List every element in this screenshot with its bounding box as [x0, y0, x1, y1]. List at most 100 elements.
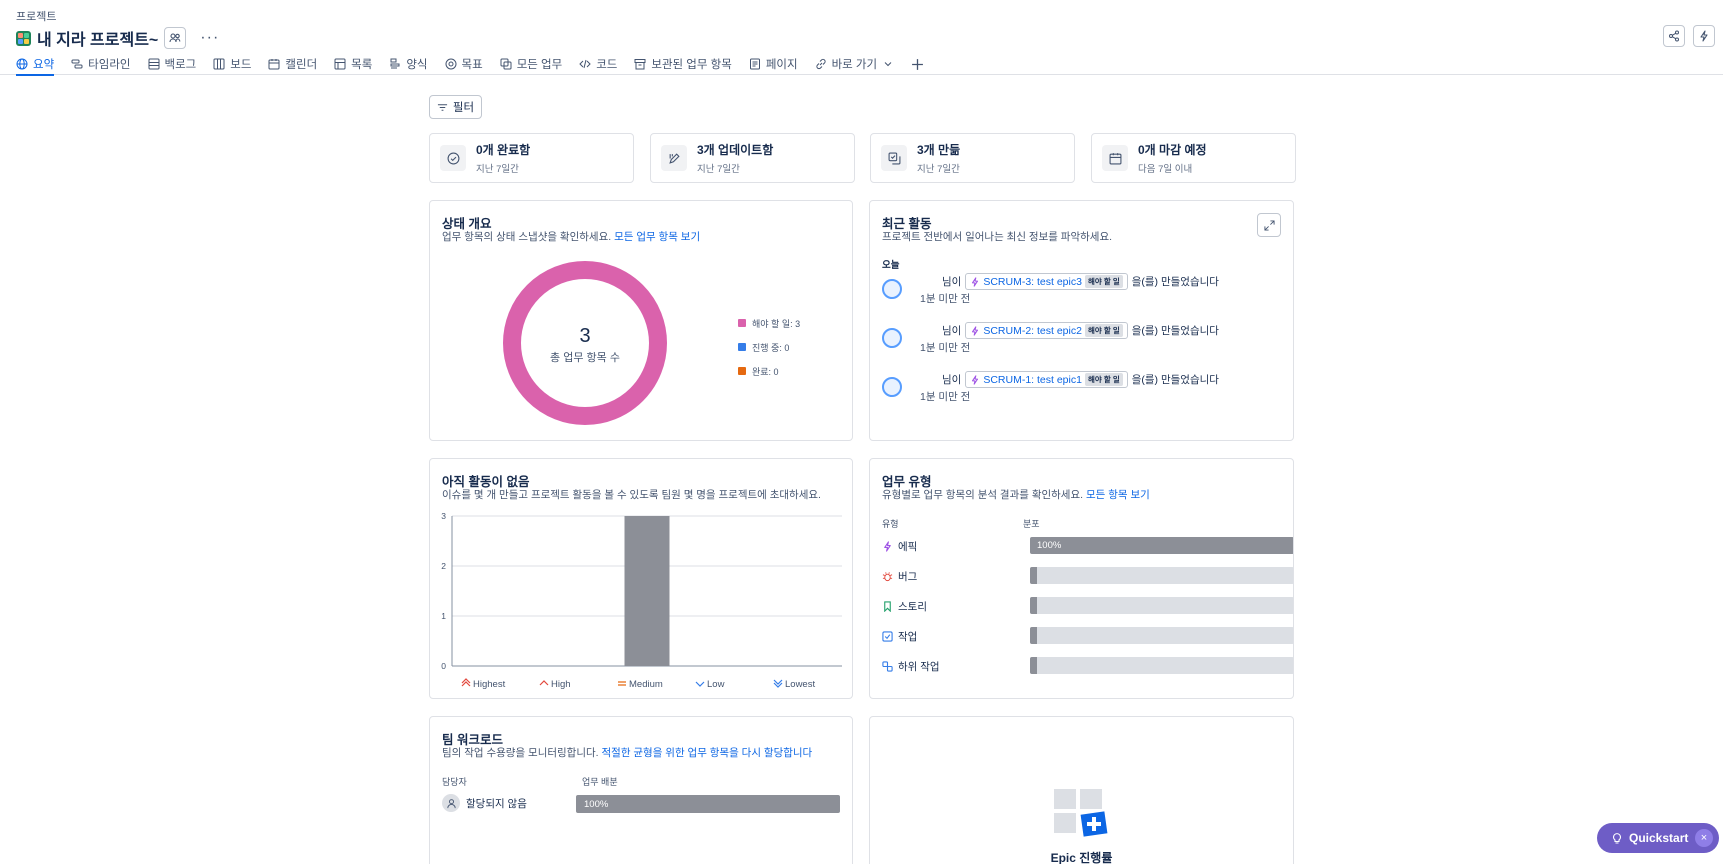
issue-chip[interactable]: SCRUM-2: test epic2 해야 할 일 [965, 322, 1128, 339]
activity-prefix: 님이 [942, 374, 962, 386]
stat-icon-box [881, 145, 907, 171]
panel-desc: 팀의 작업 수용량을 모니터링합니다. 적절한 균형을 위한 업무 항목을 다시… [442, 745, 812, 760]
tab-board[interactable]: 보드 [213, 53, 251, 75]
share-icon [1669, 30, 1679, 42]
project-tabs: 요약 타임라인 백로그 보드 캘린더 목록 양식 목표 모든 업무 코드 보관된… [16, 53, 941, 76]
legend-label: 진행 중: 0 [752, 342, 790, 353]
x-tick-label: Highest [473, 679, 506, 690]
epic-progress-title: Epic 진행률 [1050, 851, 1113, 864]
legend-item-in-progress[interactable]: 진행 중: 0 [738, 335, 800, 359]
archive-icon [634, 59, 646, 70]
type-row-epic[interactable]: 에픽 100% [882, 536, 1293, 556]
user-avatar[interactable] [882, 279, 902, 299]
distribution-fill [1030, 597, 1037, 614]
filter-button[interactable]: 필터 [429, 95, 482, 119]
desc-text: 업무 항목의 상태 스냅샷을 확인하세요. [442, 231, 612, 243]
project-title[interactable]: 내 지라 프로젝트~ [37, 26, 158, 50]
user-avatar[interactable] [882, 377, 902, 397]
type-row-bug[interactable]: 버그 [882, 566, 1293, 586]
tab-code[interactable]: 코드 [579, 53, 617, 75]
quickstart-close-button[interactable]: × [1695, 829, 1713, 847]
type-row-story[interactable]: 스토리 [882, 596, 1293, 616]
subtask-icon [882, 660, 893, 672]
view-all-items-link[interactable]: 모든 항목 보기 [1086, 489, 1150, 501]
add-tab-button[interactable] [911, 53, 924, 75]
more-actions-button[interactable]: ··· [200, 29, 219, 47]
activity-suffix: 을(를) 만들었습니다 [1131, 325, 1219, 337]
tab-shortcuts[interactable]: 바로 가기 [815, 53, 895, 75]
today-label: 오늘 [882, 260, 900, 271]
legend-item-todo[interactable]: 해야 할 일: 3 [738, 311, 800, 335]
tab-backlog[interactable]: 백로그 [148, 53, 197, 75]
donut-total-label: 총 업무 항목 수 [550, 351, 620, 364]
page-icon [749, 58, 760, 70]
share-button[interactable] [1663, 25, 1685, 47]
stat-sub: 다음 7일 이내 [1138, 164, 1193, 175]
stat-card-created[interactable]: 3개 만듦 지난 7일간 [870, 133, 1075, 183]
automation-button[interactable] [1693, 25, 1715, 47]
issue-chip[interactable]: SCRUM-1: test epic1 해야 할 일 [965, 371, 1128, 388]
x-tick-label: Low [707, 679, 725, 690]
type-label: 작업 [882, 629, 1012, 644]
distribution-bar [1030, 657, 1293, 674]
tab-label: 백로그 [164, 59, 197, 71]
bar-medium[interactable] [624, 516, 670, 666]
team-button[interactable] [164, 27, 187, 49]
epic-icon [972, 276, 979, 287]
epic-icon [972, 325, 979, 336]
status-donut-chart[interactable]: 3 총 업무 항목 수 [500, 258, 670, 428]
tab-goals[interactable]: 목표 [445, 53, 483, 75]
donut-total: 3 [579, 325, 590, 347]
stat-card-updated[interactable]: 3개 업데이트함 지난 7일간 [650, 133, 855, 183]
breadcrumb[interactable]: 프로젝트 [16, 8, 56, 24]
issue-chip[interactable]: SCRUM-3: test epic3 해야 할 일 [965, 273, 1128, 290]
expand-icon [1263, 219, 1275, 231]
title-row: 내 지라 프로젝트~ ··· [16, 26, 219, 50]
tab-label: 양식 [406, 59, 428, 71]
tab-pages[interactable]: 페이지 [749, 53, 798, 75]
stat-sub: 지난 7일간 [476, 164, 519, 175]
tab-list[interactable]: 목록 [334, 53, 372, 75]
type-name: 하위 작업 [898, 660, 940, 673]
tab-archived[interactable]: 보관된 업무 항목 [634, 53, 732, 75]
y-tick-label: 3 [441, 511, 446, 521]
type-row-subtask[interactable]: 하위 작업 [882, 656, 1293, 676]
tab-forms[interactable]: 양식 [389, 53, 428, 75]
user-icon [446, 798, 456, 808]
issue-key-link[interactable]: SCRUM-2: test epic2 [983, 325, 1082, 337]
stat-card-completed[interactable]: 0개 완료함 지난 7일간 [429, 133, 634, 183]
expand-button[interactable] [1257, 213, 1281, 237]
quickstart-button[interactable]: Quickstart × [1597, 823, 1719, 853]
timeline-icon [71, 59, 83, 69]
work-types-panel: 업무 유형 유형별로 업무 항목의 분석 결과를 확인하세요. 모든 항목 보기… [869, 458, 1294, 699]
user-avatar[interactable] [882, 328, 902, 348]
backlog-icon [148, 58, 159, 70]
tab-label: 바로 가기 [831, 59, 878, 71]
stat-main: 3개 만듦 [917, 143, 961, 157]
tab-all-work[interactable]: 모든 업무 [500, 53, 562, 75]
view-all-work-items-link[interactable]: 모든 업무 항목 보기 [614, 231, 700, 243]
type-name: 에픽 [898, 540, 918, 553]
unassigned-avatar [442, 794, 460, 812]
project-avatar-icon [16, 30, 31, 46]
goal-icon [445, 58, 457, 70]
issue-key-link[interactable]: SCRUM-1: test epic1 [983, 374, 1082, 386]
legend-label: 해야 할 일: 3 [752, 318, 801, 329]
recent-activity-panel: 최근 활동 프로젝트 전반에서 일어나는 최신 정보를 파악하세요. 오늘 님이… [869, 200, 1294, 441]
tab-label: 페이지 [765, 59, 798, 71]
stat-icon-box [440, 145, 466, 171]
stat-card-due[interactable]: 0개 마감 예정 다음 7일 이내 [1091, 133, 1296, 183]
distribution-fill [1030, 627, 1037, 644]
epic-icon [884, 540, 891, 552]
tab-label: 목록 [351, 59, 373, 71]
stat-sub: 지난 7일간 [697, 164, 740, 175]
tab-calendar[interactable]: 캘린더 [268, 53, 317, 75]
tab-summary[interactable]: 요약 [16, 53, 55, 76]
reassign-link[interactable]: 적절한 균형을 위한 업무 항목을 다시 할당합니다 [602, 747, 813, 759]
priority-high-icon [539, 680, 549, 686]
legend-item-done[interactable]: 완료: 0 [738, 359, 800, 383]
issue-key-link[interactable]: SCRUM-3: test epic3 [983, 276, 1082, 288]
plus-icon [912, 58, 924, 70]
tab-timeline[interactable]: 타임라인 [71, 53, 131, 75]
type-row-task[interactable]: 작업 [882, 626, 1293, 646]
